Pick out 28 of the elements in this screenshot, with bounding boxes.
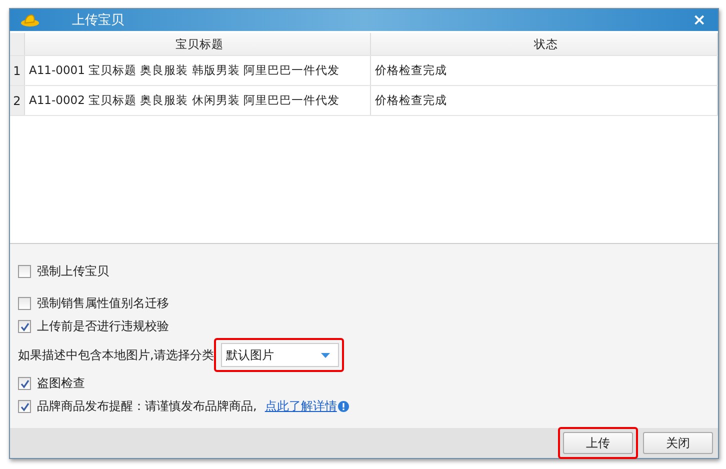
checkbox[interactable] [18,320,31,333]
column-header: 状态 [371,33,718,55]
dialog-button[interactable]: 上传 [563,432,633,454]
checkbox-label: 强制上传宝贝 [37,263,109,280]
close-button[interactable]: × [686,10,712,30]
column-header: 宝贝标题 [25,33,371,55]
table-cell: A11-0001 宝贝标题 奥良服装 韩版男装 阿里巴巴一件代发 [25,56,371,85]
dialog-button[interactable]: 关闭 [643,432,713,454]
hat-logo-icon [20,13,40,27]
caret-icon [320,352,330,358]
category-dropdown[interactable]: 默认图片 [220,343,339,367]
window-title: 上传宝贝 [72,12,125,29]
table-cell: A11-0002 宝贝标题 奥良服装 休闲男装 阿里巴巴一件代发 [25,86,371,115]
checkbox[interactable] [18,400,31,413]
checkbox[interactable] [18,377,31,390]
table-cell: 价格检查完成 [371,86,718,115]
row-number: 1 [10,56,25,85]
select-label: 如果描述中包含本地图片,请选择分类 [18,346,214,364]
checkbox-label: 上传前是否进行违规校验 [37,318,169,335]
checkbox-label: 盗图检查 [37,375,85,392]
table-cell: 价格检查完成 [371,56,718,85]
details-link[interactable]: 点此了解详情 [264,398,337,415]
info-icon [338,401,349,412]
checkbox[interactable] [18,265,31,278]
checkbox-label: 强制销售属性值别名迁移 [37,295,169,312]
checkbox[interactable] [18,297,31,310]
checkbox-label: 品牌商品发布提醒：请谨慎发布品牌商品, [37,398,257,415]
row-number: 2 [10,86,25,115]
